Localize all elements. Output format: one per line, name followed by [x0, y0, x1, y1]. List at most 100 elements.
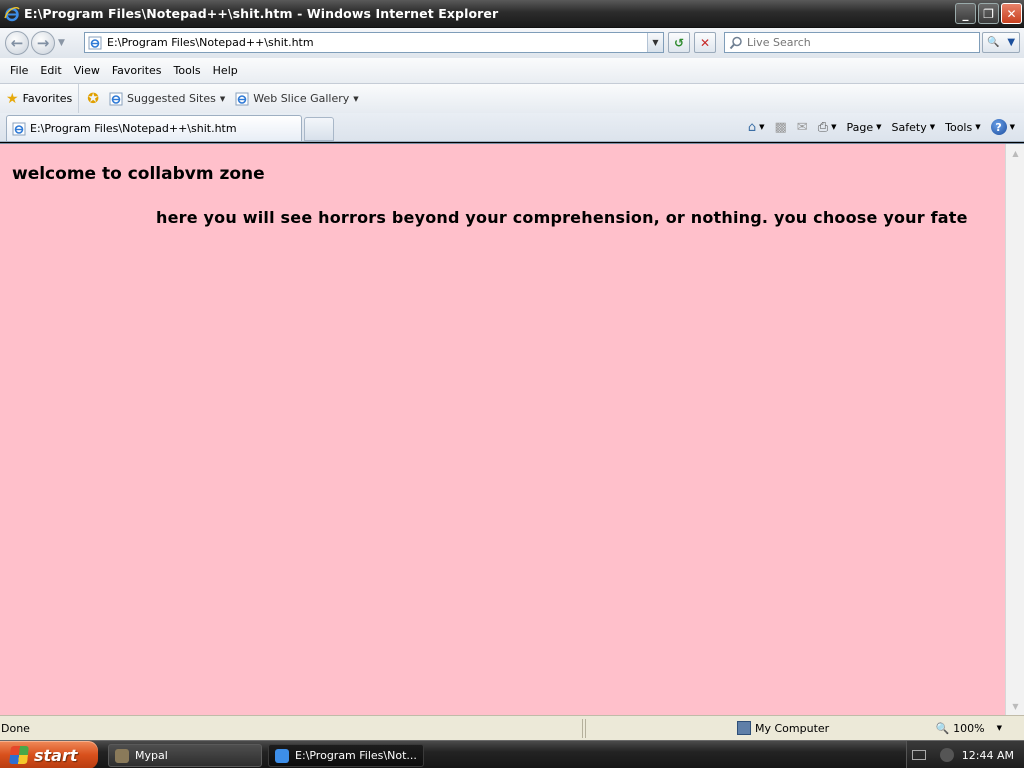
print-button[interactable]: ⎙ ▼	[815, 120, 840, 135]
taskbar: start Mypal E:\Program Files\Not... 12:4…	[0, 740, 1024, 768]
taskbar-item-label: E:\Program Files\Not...	[295, 749, 417, 762]
printer-icon: ⎙	[817, 119, 829, 135]
favorites-bar: ★ Favorites ✪ Suggested Sites ▼ Web Slic…	[0, 84, 1024, 113]
new-tab-button[interactable]	[304, 117, 334, 141]
mypal-icon	[115, 748, 129, 763]
recent-pages-dropdown[interactable]: ▼	[58, 38, 68, 48]
ie-page-icon	[88, 36, 102, 49]
chevron-down-icon: ▼	[1009, 123, 1015, 131]
chevron-down-icon: ▼	[353, 94, 359, 103]
web-slice-gallery-label: Web Slice Gallery	[253, 92, 350, 105]
search-options-dropdown[interactable]: ▼	[1007, 37, 1015, 48]
page-content: welcome to collabvm zone here you will s…	[0, 143, 1024, 716]
zoom-icon: 🔍	[935, 721, 950, 735]
ie-page-icon	[12, 122, 26, 135]
search-icon: 🔍	[986, 37, 1000, 48]
home-button[interactable]: ⌂ ▼	[745, 120, 768, 135]
ie-page-icon	[235, 92, 249, 105]
read-mail-button[interactable]: ✉	[794, 120, 811, 135]
taskbar-item-ie[interactable]: E:\Program Files\Not...	[268, 744, 424, 767]
scroll-down-icon[interactable]: ▼	[1008, 699, 1023, 714]
window-title: E:\Program Files\Notepad++\shit.htm - Wi…	[24, 6, 499, 21]
taskbar-item-label: Mypal	[135, 749, 168, 762]
command-bar: ⌂ ▼ ▩ ✉ ⎙ ▼ Page ▼ Safety ▼ Tools ▼ ? ▼	[745, 116, 1018, 138]
status-divider	[585, 718, 586, 738]
keyboard-icon[interactable]	[911, 750, 926, 760]
web-slice-gallery-link[interactable]: Web Slice Gallery ▼	[235, 92, 359, 106]
tab-current-page[interactable]: E:\Program Files\Notepad++\shit.htm	[6, 115, 302, 141]
suggested-sites-link[interactable]: Suggested Sites ▼	[109, 92, 225, 106]
menu-file[interactable]: File	[4, 64, 34, 77]
menu-tools[interactable]: Tools	[168, 64, 207, 77]
restore-button[interactable]: ❐	[978, 3, 999, 24]
arrow-left-icon: ←	[10, 34, 24, 52]
page-heading: welcome to collabvm zone	[12, 164, 265, 184]
menu-edit[interactable]: Edit	[34, 64, 67, 77]
vertical-scrollbar[interactable]: ▲ ▼	[1005, 144, 1024, 716]
refresh-button[interactable]: ↺	[668, 32, 690, 53]
taskbar-item-mypal[interactable]: Mypal	[108, 744, 262, 767]
favorites-label: Favorites	[22, 92, 73, 105]
chevron-down-icon: ▼	[975, 123, 981, 131]
system-tray: 12:44 AM	[906, 741, 1024, 768]
address-toolbar: ← → ▼ E:\Program Files\Notepad++\shit.ht…	[0, 28, 1024, 58]
ie-page-icon	[109, 92, 123, 105]
stop-button[interactable]: ✕	[694, 32, 716, 53]
status-text: Done	[1, 721, 30, 735]
safety-menu-button[interactable]: Safety ▼	[889, 121, 939, 134]
chevron-down-icon: ▼	[876, 123, 882, 131]
ie-logo-icon	[275, 748, 289, 763]
address-url[interactable]: E:\Program Files\Notepad++\shit.htm	[107, 36, 314, 49]
live-search-icon	[729, 36, 742, 49]
page-paragraph: here you will see horrors beyond your co…	[156, 208, 968, 227]
chevron-down-icon: ▼	[652, 38, 659, 47]
chevron-down-icon: ▼	[219, 94, 226, 103]
rss-feed-icon: ▩	[774, 119, 787, 135]
security-zone[interactable]: My Computer	[737, 721, 829, 735]
close-button[interactable]: ✕	[1001, 3, 1022, 24]
scroll-up-icon[interactable]: ▲	[1008, 146, 1023, 161]
address-dropdown-button[interactable]: ▼	[647, 33, 663, 52]
menu-bar: File Edit View Favorites Tools Help	[0, 58, 1024, 84]
help-button[interactable]: ? ▼	[988, 119, 1018, 135]
start-button[interactable]: start	[0, 741, 98, 768]
add-to-favorites-bar-icon[interactable]: ✪	[87, 91, 99, 107]
search-input[interactable]	[747, 36, 967, 49]
page-menu-button[interactable]: Page ▼	[844, 121, 885, 134]
zoom-control[interactable]: 🔍 100% ▼	[935, 722, 1002, 735]
refresh-icon: ↺	[673, 35, 685, 50]
search-button[interactable]: 🔍 ▼	[982, 32, 1020, 53]
tab-label: E:\Program Files\Notepad++\shit.htm	[30, 122, 237, 135]
forward-button[interactable]: →	[31, 31, 55, 55]
favorites-button[interactable]: ★ Favorites	[0, 84, 80, 113]
title-bar: E:\Program Files\Notepad++\shit.htm - Wi…	[0, 0, 1024, 28]
feeds-button[interactable]: ▩	[772, 120, 790, 135]
menu-view[interactable]: View	[68, 64, 106, 77]
favorites-star-icon: ★	[6, 90, 19, 107]
chevron-down-icon: ▼	[831, 123, 837, 131]
help-icon: ?	[990, 119, 1007, 135]
suggested-sites-label: Suggested Sites	[127, 92, 216, 105]
minimize-button[interactable]: _	[955, 3, 976, 24]
clock: 12:44 AM	[961, 748, 1014, 762]
volume-icon[interactable]	[939, 748, 954, 762]
chevron-down-icon: ▼	[996, 724, 1002, 732]
mail-icon: ✉	[796, 119, 808, 135]
menu-help[interactable]: Help	[207, 64, 244, 77]
address-field[interactable]: E:\Program Files\Notepad++\shit.htm ▼	[84, 32, 664, 53]
my-computer-icon	[737, 721, 751, 735]
safety-menu-label: Safety	[891, 120, 927, 134]
tab-row: E:\Program Files\Notepad++\shit.htm ⌂ ▼ ▩…	[0, 113, 1024, 142]
chevron-down-icon: ▼	[929, 123, 936, 131]
home-icon: ⌂	[747, 119, 757, 135]
status-divider	[582, 718, 583, 738]
menu-favorites[interactable]: Favorites	[106, 64, 168, 77]
page-menu-label: Page	[846, 120, 874, 134]
tools-menu-button[interactable]: Tools ▼	[942, 121, 984, 134]
chevron-down-icon: ▼	[759, 123, 765, 131]
search-field[interactable]	[724, 32, 980, 53]
zoom-level: 100%	[953, 721, 985, 735]
back-button[interactable]: ←	[5, 31, 29, 55]
windows-flag-icon	[9, 746, 29, 764]
start-label: start	[34, 745, 78, 765]
